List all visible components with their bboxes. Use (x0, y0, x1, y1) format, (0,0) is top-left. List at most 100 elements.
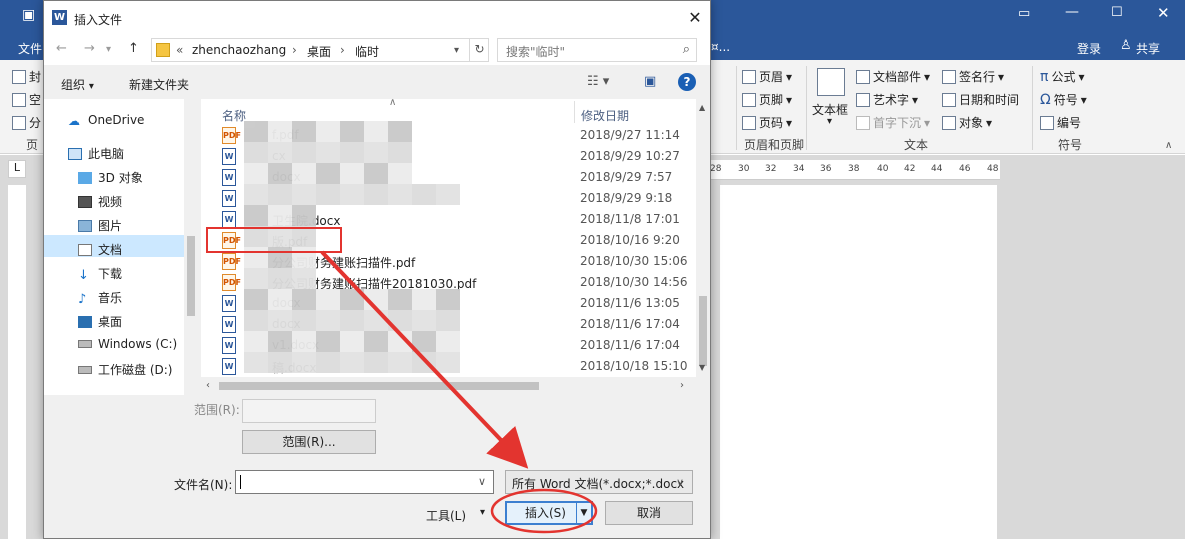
chevron-down-icon[interactable]: ∨ (478, 475, 486, 488)
footer-icon (742, 92, 756, 107)
up-arrow-icon[interactable]: ↑ (128, 41, 139, 56)
tree-item-this-pc[interactable]: 此电脑 (68, 145, 124, 162)
wordart-button[interactable]: 艺术字 ▾ (856, 91, 918, 108)
breadcrumb-separator[interactable]: › (340, 43, 345, 57)
dialog-close-icon[interactable]: ✕ (684, 7, 706, 29)
breadcrumb-current[interactable]: 临时 (355, 43, 379, 60)
save-icon[interactable]: ▣ (22, 7, 35, 23)
numbering-button[interactable]: 编号 (1040, 114, 1081, 131)
filename-input[interactable]: ∨ (235, 470, 494, 494)
breadcrumb-separator[interactable]: › (292, 43, 297, 57)
chevron-down-icon: ▾ (1080, 92, 1087, 107)
chevron-down-icon[interactable]: ∨ (676, 476, 684, 489)
tree-item-pictures[interactable]: 图片 (78, 217, 122, 234)
tree-item-onedrive[interactable]: ☁ OneDrive (68, 113, 144, 128)
cancel-button[interactable]: 取消 (605, 501, 693, 525)
tools-button[interactable]: 工具(L) (426, 507, 466, 524)
redaction-tile (268, 268, 292, 289)
scroll-right-icon[interactable]: › (680, 380, 684, 391)
doc-parts-button[interactable]: 文档部件 ▾ (856, 68, 930, 85)
breadcrumb-desktop[interactable]: 桌面 (307, 43, 331, 60)
video-icon (78, 195, 92, 208)
object-button[interactable]: 对象 ▾ (942, 114, 992, 131)
textbox-icon[interactable] (817, 68, 845, 96)
refresh-icon[interactable]: ↻ (469, 38, 489, 62)
share-icon[interactable]: ♙ (1120, 38, 1132, 53)
header-button[interactable]: 页眉 ▾ (742, 68, 792, 85)
share-button[interactable]: 共享 (1136, 40, 1160, 57)
redaction-tile (316, 184, 340, 205)
highlight-box (206, 227, 342, 253)
footer-button[interactable]: 页脚 ▾ (742, 91, 792, 108)
tree-item-3d-objects[interactable]: 3D 对象 (78, 169, 143, 186)
minimize-icon[interactable]: — (1065, 4, 1079, 20)
redaction-tile (364, 142, 388, 163)
ribbon-cover-item[interactable]: 封 (12, 68, 41, 85)
redaction-tile (364, 310, 388, 331)
file-type-filter[interactable]: 所有 Word 文档(*.docx;*.docx (505, 470, 693, 494)
file-date: 2018/9/29 10:27 (580, 149, 680, 163)
scroll-down-icon[interactable]: ▼ (699, 363, 705, 372)
ribbon-break-item[interactable]: 分 (12, 114, 41, 131)
ribbon-display-icon[interactable]: ▭ (1018, 6, 1030, 21)
new-folder-button[interactable]: 新建文件夹 (129, 76, 189, 93)
view-options-icon[interactable]: ☷ ▾ (587, 74, 609, 89)
datetime-label: 日期和时间 (959, 93, 1020, 107)
range-button[interactable]: 范围(R)... (242, 430, 376, 454)
chevron-down-icon[interactable]: ▾ (480, 507, 485, 518)
tell-me-ellipsis[interactable]: ¤... (711, 40, 730, 54)
signature-button[interactable]: 签名行 ▾ (942, 68, 1004, 85)
breadcrumb-overflow[interactable]: « (176, 43, 183, 57)
tree-scroll-thumb[interactable] (187, 236, 195, 316)
page-number-button[interactable]: 页码 ▾ (742, 114, 792, 131)
search-icon[interactable]: ⌕ (683, 42, 690, 57)
tab-stop-selector[interactable]: L (8, 160, 26, 178)
scroll-left-icon[interactable]: ‹ (206, 380, 210, 391)
equation-label: 公式 (1051, 70, 1076, 84)
ribbon-blank-item[interactable]: 空 (12, 91, 41, 108)
back-arrow-icon[interactable]: ← (56, 41, 67, 56)
document-page[interactable] (720, 185, 997, 539)
column-divider[interactable] (574, 101, 575, 123)
tree-item-downloads[interactable]: ↓ 下载 (78, 265, 122, 283)
list-vertical-thumb[interactable] (699, 296, 707, 366)
numbering-icon (1040, 115, 1054, 130)
equation-button[interactable]: π 公式 ▾ (1040, 68, 1084, 85)
tab-file[interactable]: 文件 (18, 40, 42, 57)
address-bar[interactable]: « zhenchaozhang › 桌面 › 临时 ▾ (151, 38, 489, 62)
dropcap-button[interactable]: 首字下沉 ▾ (856, 114, 930, 131)
redaction-tile (292, 184, 316, 205)
search-input[interactable]: 搜索"临时" (506, 43, 565, 60)
maximize-icon[interactable]: ☐ (1111, 5, 1123, 20)
login-link[interactable]: 登录 (1077, 40, 1101, 57)
organize-button[interactable]: 组织 ▾ (61, 76, 94, 93)
symbol-button[interactable]: Ω 符号 ▾ (1040, 91, 1087, 108)
text-caret (240, 475, 241, 489)
tree-item-videos[interactable]: 视频 (78, 193, 122, 210)
scroll-up-icon[interactable]: ▲ (699, 103, 705, 112)
tree-item-drive-c[interactable]: Windows (C:) (78, 337, 177, 351)
redaction-tile (340, 142, 364, 163)
insert-dropdown-icon[interactable]: ▼ (576, 503, 591, 523)
preview-pane-icon[interactable]: ▣ (644, 74, 656, 89)
address-chevron-icon[interactable]: ▾ (454, 45, 459, 56)
doc-parts-icon (856, 69, 870, 84)
list-horizontal-thumb[interactable] (219, 382, 539, 390)
forward-arrow-icon[interactable]: → (84, 41, 95, 56)
tree-item-drive-d[interactable]: 工作磁盘 (D:) (78, 361, 172, 378)
tree-item-documents[interactable]: 文档 (78, 241, 122, 258)
column-header-date[interactable]: 修改日期 (581, 107, 629, 124)
search-box[interactable]: 搜索"临时" ⌕ (497, 38, 697, 62)
tree-item-desktop[interactable]: 桌面 (78, 313, 122, 330)
redaction-tile (268, 352, 292, 373)
column-header-name[interactable]: 名称 (222, 107, 246, 124)
recent-chevron-icon[interactable]: ▾ (106, 44, 111, 55)
tree-item-music[interactable]: ♪ 音乐 (78, 289, 122, 307)
ruler-tick: 48 (987, 164, 999, 174)
close-icon[interactable]: ✕ (1157, 4, 1170, 22)
datetime-button[interactable]: 日期和时间 (942, 91, 1019, 108)
help-icon[interactable]: ? (678, 73, 696, 91)
collapse-ribbon-icon[interactable]: ∧ (1165, 140, 1172, 151)
redaction-tile (316, 121, 340, 142)
breadcrumb-user[interactable]: zhenchaozhang (192, 43, 286, 57)
